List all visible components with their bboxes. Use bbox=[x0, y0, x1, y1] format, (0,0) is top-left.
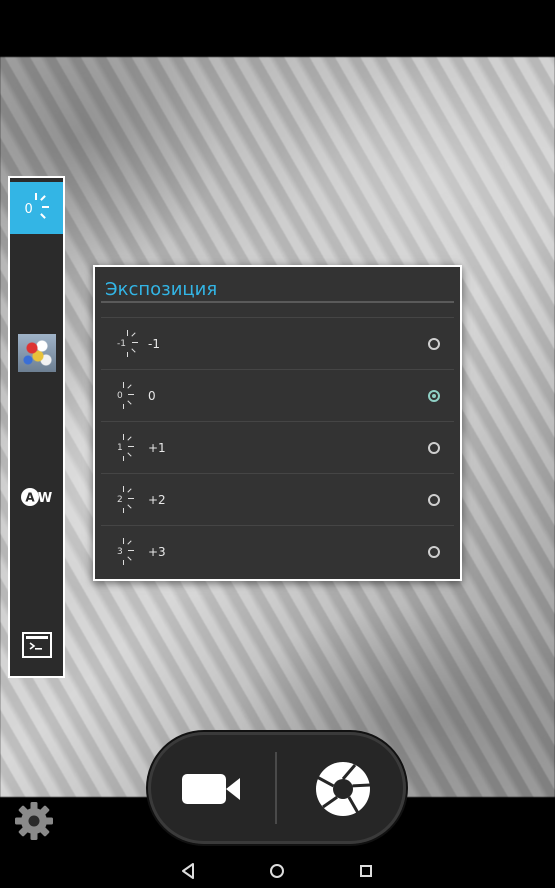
white-balance-auto-icon: A W bbox=[20, 488, 52, 506]
recent-apps-icon bbox=[360, 865, 372, 877]
nav-home-button[interactable] bbox=[265, 859, 289, 883]
home-icon bbox=[270, 864, 284, 878]
nav-back-button[interactable] bbox=[176, 859, 200, 883]
scene-mode-button[interactable] bbox=[10, 332, 63, 374]
exposure-option-label: +3 bbox=[148, 545, 166, 559]
exposure-option-label: +2 bbox=[148, 493, 166, 507]
exposure-option-minus1[interactable]: -1 -1 bbox=[101, 317, 454, 369]
title-divider bbox=[101, 301, 454, 303]
exposure-option-plus2[interactable]: 2 +2 bbox=[101, 473, 454, 525]
camera-settings-strip: 0 A W bbox=[8, 176, 65, 678]
exposure-option-label: -1 bbox=[148, 337, 160, 351]
shutter-button[interactable] bbox=[314, 760, 372, 818]
exposure-option-0[interactable]: 0 0 bbox=[101, 369, 454, 421]
svg-text:W: W bbox=[37, 491, 51, 506]
radio-button[interactable] bbox=[428, 442, 440, 454]
exposure-option-plus3[interactable]: 3 +3 bbox=[101, 525, 454, 577]
svg-text:A: A bbox=[25, 491, 35, 505]
exposure-icon: 3 bbox=[117, 538, 141, 566]
exposure-icon: 1 bbox=[117, 434, 141, 462]
exposure-dialog: Экспозиция -1 -1 0 0 1 +1 2 +2 3 +3 bbox=[93, 265, 462, 581]
exposure-option-label: +1 bbox=[148, 441, 166, 455]
timer-icon bbox=[21, 632, 52, 658]
radio-button-selected[interactable] bbox=[428, 390, 440, 402]
exposure-value: 0 bbox=[24, 202, 33, 217]
back-icon bbox=[182, 863, 194, 879]
nav-recent-apps-button[interactable] bbox=[354, 859, 378, 883]
white-balance-button[interactable]: A W bbox=[10, 478, 63, 516]
camera-shutter-icon bbox=[316, 762, 371, 816]
controls-divider bbox=[275, 752, 277, 824]
exposure-icon: 0 bbox=[23, 193, 51, 223]
exposure-icon: 0 bbox=[117, 382, 141, 410]
video-record-button[interactable] bbox=[178, 762, 248, 814]
timer-button[interactable] bbox=[10, 624, 63, 666]
exposure-option-plus1[interactable]: 1 +1 bbox=[101, 421, 454, 473]
radio-button[interactable] bbox=[428, 494, 440, 506]
video-camera-icon bbox=[182, 774, 240, 804]
exposure-icon: -1 bbox=[117, 330, 141, 358]
gear-icon bbox=[15, 802, 53, 840]
capture-controls bbox=[148, 732, 406, 844]
exposure-options-list: -1 -1 0 0 1 +1 2 +2 3 +3 bbox=[101, 317, 454, 577]
exposure-option-label: 0 bbox=[148, 389, 156, 403]
scene-mode-thumbnail bbox=[17, 334, 56, 372]
exposure-icon: 2 bbox=[117, 486, 141, 514]
radio-button[interactable] bbox=[428, 546, 440, 558]
radio-button[interactable] bbox=[428, 338, 440, 350]
settings-button[interactable] bbox=[14, 801, 54, 841]
exposure-setting-button[interactable]: 0 bbox=[10, 182, 63, 234]
status-bar bbox=[0, 0, 555, 57]
